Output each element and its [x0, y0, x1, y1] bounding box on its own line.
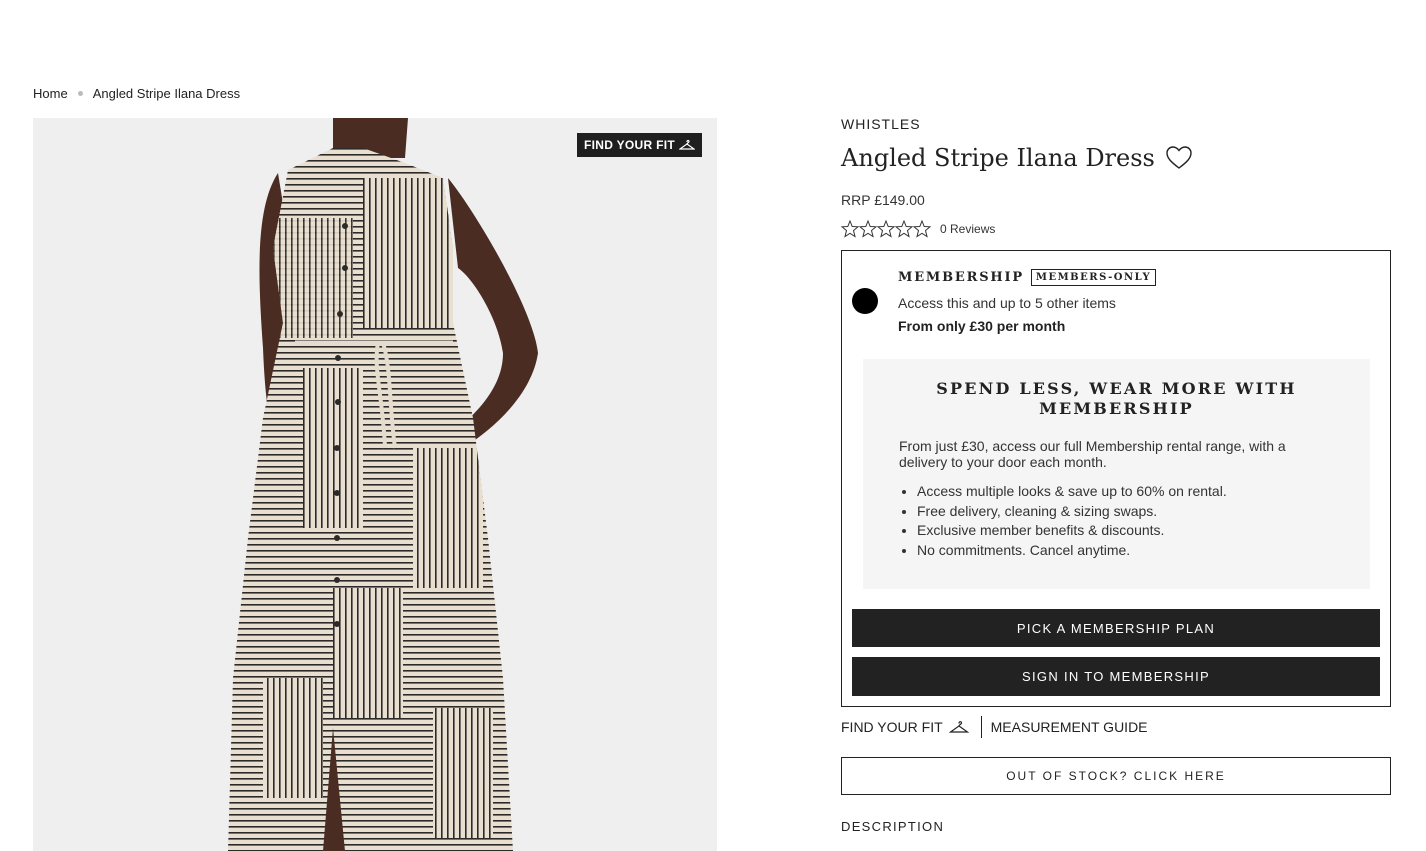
benefit-item: Free delivery, cleaning & sizing swaps. — [917, 502, 1334, 522]
product-title: Angled Stripe Ilana Dress — [841, 144, 1155, 172]
dress-photo — [228, 118, 538, 851]
divider — [980, 716, 982, 738]
membership-promo: SPEND LESS, WEAR MORE WITH MEMBERSHIP Fr… — [863, 359, 1370, 589]
benefit-item: Exclusive member benefits & discounts. — [917, 521, 1334, 541]
breadcrumb: Home Angled Stripe Ilana Dress — [33, 86, 240, 101]
product-image[interactable]: FIND YOUR FIT — [33, 118, 717, 851]
breadcrumb-home[interactable]: Home — [33, 86, 68, 101]
benefit-item: No commitments. Cancel anytime. — [917, 541, 1334, 561]
product-price: RRP £149.00 — [841, 192, 925, 208]
breadcrumb-separator — [77, 91, 83, 96]
membership-title: MEMBERSHIP — [898, 270, 1024, 285]
find-your-fit-badge[interactable]: FIND YOUR FIT — [576, 133, 702, 157]
sign-in-membership-button[interactable]: SIGN IN TO MEMBERSHIP — [852, 657, 1380, 696]
benefit-item: Access multiple looks & save up to 60% o… — [917, 482, 1334, 502]
star-rating-icon — [841, 220, 931, 238]
pick-membership-plan-button[interactable]: PICK A MEMBERSHIP PLAN — [852, 609, 1380, 647]
fit-links: FIND YOUR FIT MEASUREMENT GUIDE — [841, 716, 1148, 738]
members-only-badge: MEMBERS-ONLY — [1030, 269, 1157, 286]
fit-badge-label: FIND YOUR FIT — [583, 138, 675, 152]
brand-name[interactable]: WHISTLES — [841, 116, 1391, 132]
breadcrumb-current: Angled Stripe Ilana Dress — [92, 86, 241, 101]
wishlist-heart-icon[interactable] — [1165, 145, 1193, 171]
find-your-fit-link[interactable]: FIND YOUR FIT — [841, 719, 969, 735]
description-toggle[interactable]: DESCRIPTION — [841, 819, 944, 834]
out-of-stock-button[interactable]: OUT OF STOCK? CLICK HERE — [841, 757, 1391, 795]
hanger-icon — [948, 721, 969, 733]
membership-access-text: Access this and up to 5 other items — [898, 295, 1116, 311]
hanger-icon — [679, 139, 695, 150]
measurement-guide-link[interactable]: MEASUREMENT GUIDE — [991, 719, 1148, 735]
product-info: WHISTLES Angled Stripe Ilana Dress RRP £… — [841, 116, 1391, 238]
membership-radio[interactable] — [852, 288, 878, 314]
promo-body: From just £30, access our full Membershi… — [899, 438, 1286, 470]
membership-price: From only £30 per month — [898, 318, 1066, 334]
promo-benefits-list: Access multiple looks & save up to 60% o… — [899, 482, 1334, 560]
promo-heading: SPEND LESS, WEAR MORE WITH MEMBERSHIP — [936, 379, 1297, 418]
find-your-fit-label: FIND YOUR FIT — [841, 719, 943, 735]
rating[interactable]: 0 Reviews — [841, 220, 1391, 238]
reviews-count[interactable]: 0 Reviews — [940, 222, 995, 236]
membership-option[interactable]: MEMBERSHIP MEMBERS-ONLY Access this and … — [841, 250, 1391, 707]
